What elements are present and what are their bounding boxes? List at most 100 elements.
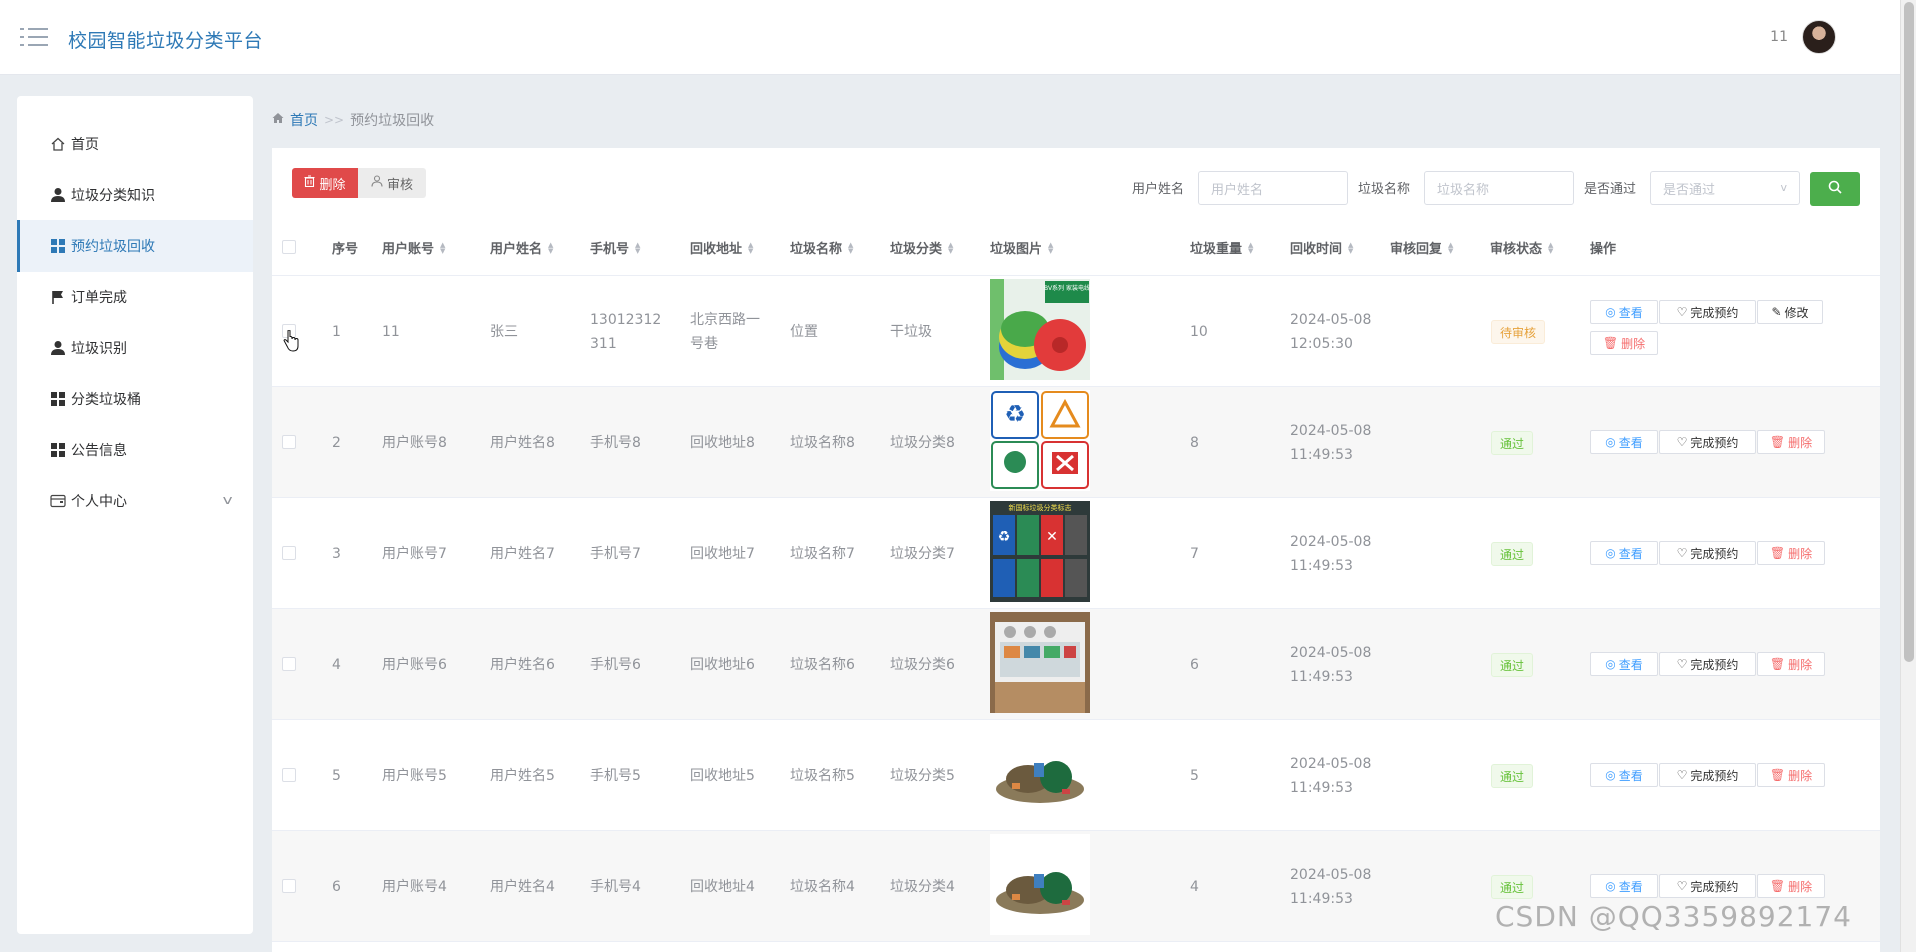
select-all-checkbox[interactable] <box>282 240 296 254</box>
trash-image[interactable]: ♻ <box>990 390 1090 491</box>
view-button[interactable]: ◎ 查看 <box>1590 763 1658 787</box>
sidebar-item-reservation[interactable]: 预约垃圾回收 <box>17 220 253 272</box>
col-header-address[interactable]: 回收地址 ▲ ▼ <box>690 238 753 257</box>
table-row[interactable]: 3 用户账号7 用户姓名7 手机号7 回收地址7 垃圾名称7 垃圾分类7 新国标… <box>272 498 1880 609</box>
col-header-trash-name[interactable]: 垃圾名称 ▲ ▼ <box>790 238 853 257</box>
trash-icon: 🗑︎ <box>1769 879 1786 893</box>
home-icon <box>272 112 284 128</box>
sort-icon: ▲ ▼ <box>748 240 754 255</box>
delete-button[interactable]: 🗑︎ 删除 <box>1757 541 1825 565</box>
table-row[interactable]: 5 用户账号5 用户姓名5 手机号5 回收地址5 垃圾名称5 垃圾分类5 5 2… <box>272 720 1880 831</box>
scrollbar-thumb[interactable] <box>1904 2 1914 662</box>
complete-reservation-button[interactable]: ♡ 完成预约 <box>1659 430 1756 454</box>
trash-icon: 🗑︎ <box>1769 546 1786 560</box>
user-name[interactable]: 11 <box>1770 29 1788 45</box>
view-button[interactable]: ◎ 查看 <box>1590 652 1658 676</box>
cell-category: 干垃圾 <box>890 324 932 340</box>
edit-button[interactable]: ✎ 修改 <box>1757 300 1823 324</box>
edit-icon: ✎ <box>1771 305 1782 319</box>
table-row[interactable]: 1 11 张三 13012312311 北京西路一号巷 位置 干垃圾 BV系列 … <box>272 276 1880 387</box>
sidebar-item-home[interactable]: 首页 <box>17 118 253 170</box>
col-header-no: 序号 <box>332 242 359 257</box>
complete-reservation-button[interactable]: ♡ 完成预约 <box>1659 763 1756 787</box>
search-button[interactable] <box>1810 172 1860 206</box>
table-row[interactable]: 4 用户账号6 用户姓名6 手机号6 回收地址6 垃圾名称6 垃圾分类6 6 2… <box>272 609 1880 720</box>
cell-no: 4 <box>332 657 341 673</box>
sidebar-item-bins[interactable]: 分类垃圾桶 <box>17 373 253 425</box>
trash-name-input[interactable]: 垃圾名称 <box>1424 171 1574 205</box>
view-button[interactable]: ◎ 查看 <box>1590 874 1658 898</box>
cell-phone: 手机号6 <box>590 657 641 673</box>
chevron-down-icon[interactable]: v <box>222 493 232 507</box>
delete-button[interactable]: 🗑︎ 删除 <box>1757 430 1825 454</box>
trash-image[interactable]: BV系列 家装电线 <box>990 279 1090 380</box>
menu-toggle-icon[interactable] <box>20 26 48 48</box>
avatar[interactable] <box>1802 20 1836 54</box>
col-header-category[interactable]: 垃圾分类 ▲ ▼ <box>890 238 953 257</box>
row-checkbox[interactable] <box>282 657 296 671</box>
cell-clock: 11:49:53 <box>1290 780 1353 796</box>
sort-icon: ▲ ▼ <box>848 240 854 255</box>
sidebar-item-notices[interactable]: 公告信息 <box>17 424 253 476</box>
cell-phone: 手机号8 <box>590 435 641 451</box>
complete-label: 完成预约 <box>1690 546 1739 561</box>
delete-button[interactable]: 🗑︎ 删除 <box>1590 331 1658 355</box>
status-badge: 通过 <box>1491 431 1534 455</box>
trash-image[interactable] <box>990 834 1090 935</box>
audit-button[interactable]: 审核 <box>358 168 426 198</box>
user-name-input[interactable]: 用户姓名 <box>1198 171 1348 205</box>
view-button[interactable]: ◎ 查看 <box>1590 430 1658 454</box>
sort-icon: ▲ ▼ <box>1248 240 1254 255</box>
col-header-name[interactable]: 用户姓名 ▲ ▼ <box>490 238 553 257</box>
view-label: 查看 <box>1618 657 1643 672</box>
status-badge: 通过 <box>1491 764 1534 788</box>
complete-reservation-button[interactable]: ♡ 完成预约 <box>1659 874 1756 898</box>
sidebar-item-knowledge[interactable]: 垃圾分类知识 <box>17 169 253 221</box>
col-header-status[interactable]: 审核状态 ▲ ▼ <box>1490 238 1553 257</box>
breadcrumb-home-link[interactable]: 首页 <box>290 110 318 130</box>
complete-reservation-button[interactable]: ♡ 完成预约 <box>1659 541 1756 565</box>
cell-trash-name: 垃圾名称7 <box>790 546 855 562</box>
complete-reservation-button[interactable]: ♡ 完成预约 <box>1659 300 1756 324</box>
vertical-scrollbar[interactable] <box>1900 0 1916 952</box>
cell-trash-name: 垃圾名称8 <box>790 435 855 451</box>
col-header-image[interactable]: 垃圾图片 ▲ ▼ <box>990 238 1053 257</box>
sidebar-item-label: 垃圾分类知识 <box>71 188 155 204</box>
sidebar-item-profile[interactable]: 个人中心 v <box>17 475 253 527</box>
row-checkbox[interactable] <box>282 879 296 893</box>
col-header-time[interactable]: 回收时间 ▲ ▼ <box>1290 238 1353 257</box>
cell-name: 用户姓名6 <box>490 657 555 673</box>
view-label: 查看 <box>1618 768 1643 783</box>
sort-icon: ▲ ▼ <box>1548 240 1554 255</box>
view-button[interactable]: ◎ 查看 <box>1590 300 1658 324</box>
trash-image[interactable]: 新国标垃圾分类标志 ♻ ✕ <box>990 501 1090 602</box>
svg-text:♻: ♻ <box>1004 400 1026 428</box>
table-header: 序号 用户账号 ▲ ▼ 用户姓名 ▲ ▼ 手机号 ▲ ▼ 回收地址 ▲ ▼ 垃圾名称 ▲ ▼ 垃圾分… <box>272 218 1880 276</box>
approved-select[interactable]: 是否通过 v <box>1650 171 1800 205</box>
trash-image[interactable] <box>990 723 1090 824</box>
table-row[interactable]: 2 用户账号8 用户姓名8 手机号8 回收地址8 垃圾名称8 垃圾分类8 ♻ 8… <box>272 387 1880 498</box>
row-checkbox[interactable] <box>282 435 296 449</box>
complete-reservation-button[interactable]: ♡ 完成预约 <box>1659 652 1756 676</box>
row-checkbox[interactable] <box>282 546 296 560</box>
col-header-phone[interactable]: 手机号 ▲ ▼ <box>590 238 640 257</box>
delete-button[interactable]: 🗑︎ 删除 <box>1757 652 1825 676</box>
row-checkbox[interactable] <box>282 768 296 782</box>
trash-image[interactable] <box>990 612 1090 713</box>
breadcrumb-current: 预约垃圾回收 <box>350 113 435 129</box>
col-header-weight[interactable]: 垃圾重量 ▲ ▼ <box>1190 238 1253 257</box>
complete-label: 完成预约 <box>1690 657 1739 672</box>
delete-button[interactable]: 🗑︎ 删除 <box>1757 763 1825 787</box>
batch-delete-button[interactable]: 删除 <box>292 168 358 198</box>
cell-time: 2024-05-08 11:49:53 <box>1290 863 1371 911</box>
cell-weight: 7 <box>1190 546 1199 562</box>
cell-address: 回收地址4 <box>690 879 755 895</box>
sidebar-item-orders[interactable]: 订单完成 <box>17 271 253 323</box>
col-header-reply[interactable]: 审核回复 ▲ ▼ <box>1390 238 1453 257</box>
delete-button[interactable]: 🗑︎ 删除 <box>1757 874 1825 898</box>
view-button[interactable]: ◎ 查看 <box>1590 541 1658 565</box>
cell-category: 垃圾分类6 <box>890 657 955 673</box>
breadcrumb: 首页 >> 预约垃圾回收 <box>272 110 434 130</box>
sidebar-item-recognition[interactable]: 垃圾识别 <box>17 322 253 374</box>
col-header-account[interactable]: 用户账号 ▲ ▼ <box>382 238 445 257</box>
